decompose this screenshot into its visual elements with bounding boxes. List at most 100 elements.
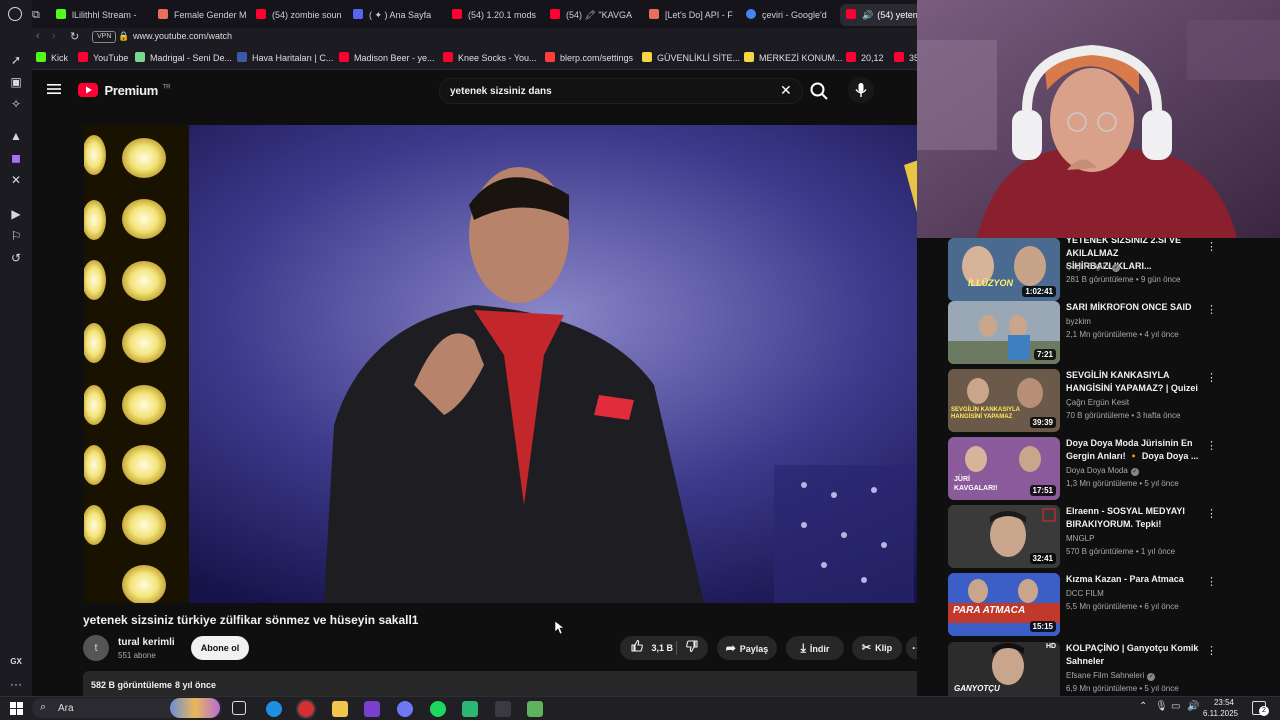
recommendation-channel[interactable]: Çağrı Ergün ✓	[1066, 262, 1121, 272]
microphone-tray-icon[interactable]: 🎙	[1155, 701, 1168, 712]
twitch-icon[interactable]: ◼	[8, 150, 24, 166]
tab-6[interactable]: [Let's Do] API - F	[649, 4, 735, 26]
recommendation-item[interactable]: 32:41 Elraenn - SOSYAL MEDYAYI BIRAKIYOR…	[948, 505, 1268, 569]
speaker-icon[interactable]: 🔊	[862, 10, 873, 20]
tray-chevron-icon[interactable]: ⌃	[1139, 701, 1147, 712]
app-icon[interactable]	[462, 701, 478, 717]
play-circle-icon[interactable]: ▶	[8, 206, 24, 222]
tab-2[interactable]: (54) zombie soun	[256, 4, 344, 26]
taskbar-search[interactable]: ⌕ Ara	[32, 698, 222, 718]
recommendation-channel[interactable]: MNGLP	[1066, 534, 1094, 543]
tab-5[interactable]: (54) 🖍 "KAVGA	[550, 4, 634, 26]
gx-corner-label[interactable]: GX	[8, 654, 24, 670]
description-box[interactable]: 582 B görüntüleme 8 yıl önce	[83, 671, 933, 696]
more-icon[interactable]: ···	[8, 676, 24, 692]
more-vertical-icon[interactable]: ⋮	[1206, 303, 1217, 317]
more-vertical-icon[interactable]: ⋮	[1206, 644, 1217, 658]
vpn-badge[interactable]: VPN	[92, 31, 117, 43]
more-vertical-icon[interactable]: ⋮	[1206, 240, 1217, 254]
discord-icon[interactable]	[397, 701, 413, 717]
bookmark-item[interactable]: blerp.com/settings	[545, 52, 633, 63]
app-icon[interactable]	[364, 701, 380, 717]
tab-overview-icon[interactable]: ⧉	[32, 4, 50, 26]
share-button[interactable]: ➦ Paylaş	[717, 636, 777, 660]
recommendation-title[interactable]: SARI MİKROFON ONCE SAID	[1066, 301, 1206, 314]
recommendation-channel[interactable]: byzkim	[1066, 317, 1091, 326]
recommendation-channel[interactable]: Çağrı Ergün Kesit	[1066, 398, 1129, 407]
tab-active[interactable]: 🔊 (54) yetene	[840, 4, 917, 26]
pin-icon[interactable]: ⚐	[8, 228, 24, 244]
satellite-icon[interactable]: ✧	[8, 96, 24, 112]
minecraft-icon[interactable]	[527, 701, 543, 717]
history-icon[interactable]: ↺	[8, 250, 24, 266]
recommendation-title[interactable]: Elraenn - SOSYAL MEDYAYI BIRAKIYORUM. Te…	[1066, 505, 1206, 531]
opera-gx-icon[interactable]	[298, 701, 314, 717]
recommendation-title[interactable]: Kızma Kazan - Para Atmaca	[1066, 573, 1206, 586]
clock-time[interactable]: 23:54	[1204, 698, 1234, 707]
back-icon[interactable]: ‹	[36, 30, 40, 42]
edge-icon[interactable]	[266, 701, 282, 717]
recommendation-title[interactable]: Doya Doya Moda Jürisinin En Gergin Anlar…	[1066, 437, 1206, 463]
bookmark-item[interactable]: Hava Haritaları | C...	[237, 52, 333, 63]
download-button[interactable]: ⤓ İndir	[786, 636, 844, 660]
recommendation-item[interactable]: JÜRİ KAVGALARI! 17:51 Doya Doya Moda Jür…	[948, 437, 1268, 501]
bookmark-item[interactable]: Kick	[36, 52, 68, 63]
bookmark-item[interactable]: GÜVENLİKLİ SİTE...	[642, 52, 740, 63]
bookmark-item[interactable]: 20,12	[846, 52, 884, 63]
tab-7[interactable]: çeviri - Google'd	[746, 4, 832, 26]
bookmark-item[interactable]: Madison Beer - ye...	[339, 52, 435, 63]
url-field[interactable]: www.youtube.com/watch	[133, 31, 232, 41]
recommendation-item[interactable]: İLLÜZYON 1:02:41 YETENEK SIZSINIZ 2.SI V…	[948, 238, 1268, 302]
bookmark-item[interactable]: 35	[894, 52, 919, 63]
bookmark-item[interactable]: MERKEZİ KONUM...	[744, 52, 843, 63]
youtube-logo[interactable]: Premium TR	[78, 82, 170, 100]
spotify-icon[interactable]	[430, 701, 446, 717]
video-player[interactable]	[84, 125, 933, 603]
more-vertical-icon[interactable]: ⋮	[1206, 439, 1217, 453]
forward-icon[interactable]: ›	[52, 30, 56, 42]
tab-4[interactable]: (54) 1.20.1 mods	[452, 4, 540, 26]
opera-gx-logo-icon[interactable]	[8, 7, 22, 21]
search-input[interactable]: yetenek sizsiniz dans	[450, 86, 552, 97]
file-explorer-icon[interactable]	[332, 701, 348, 717]
recommendation-channel[interactable]: Doya Doya Moda ✓	[1066, 466, 1139, 476]
tab-0[interactable]: lLilithhl Stream -	[56, 4, 152, 26]
recommendation-channel[interactable]: DCC FILM	[1066, 589, 1104, 598]
bookmark-item[interactable]: YouTube	[78, 52, 128, 63]
capcut-icon[interactable]	[495, 701, 511, 717]
more-vertical-icon[interactable]: ⋮	[1206, 507, 1217, 521]
bookmark-icon[interactable]: ▲	[8, 128, 24, 144]
recommendation-channel[interactable]: Efsane Film Sahneleri ✓	[1066, 671, 1156, 681]
menu-icon[interactable]	[46, 81, 62, 97]
dislike-button[interactable]	[685, 636, 699, 660]
task-view-icon[interactable]	[232, 701, 246, 715]
clip-button[interactable]: ✂ Klip	[852, 636, 902, 660]
windows-start-icon[interactable]	[10, 702, 23, 715]
bookmark-item[interactable]: Madrigal - Seni De...	[135, 52, 232, 63]
video-thumbnail[interactable]: HD GANYOTÇU	[948, 642, 1060, 696]
clear-search-icon[interactable]: ✕	[780, 82, 792, 99]
more-vertical-icon[interactable]: ⋮	[1206, 575, 1217, 589]
recommendation-item[interactable]: SEVGİLİN KANKASIYLA HANGİSİNİ YAPAMAZ 39…	[948, 369, 1268, 433]
video-thumbnail[interactable]: JÜRİ KAVGALARI! 17:51	[948, 437, 1060, 500]
video-thumbnail[interactable]: 7:21	[948, 301, 1060, 364]
video-thumbnail[interactable]: PARA ATMACA 15:15	[948, 573, 1060, 636]
video-thumbnail[interactable]: İLLÜZYON 1:02:41	[948, 238, 1060, 301]
more-vertical-icon[interactable]: ⋮	[1206, 371, 1217, 385]
reload-icon[interactable]: ↻	[70, 30, 79, 43]
video-thumbnail[interactable]: SEVGİLİN KANKASIYLA HANGİSİNİ YAPAMAZ 39…	[948, 369, 1060, 432]
recommendation-item[interactable]: HD GANYOTÇU KOLPAÇİNO | Ganyotçu Komik S…	[948, 642, 1268, 696]
search-button[interactable]	[807, 79, 831, 103]
recommendation-title[interactable]: SEVGİLİN KANKASIYLA HANGİSİNİ YAPAMAZ? |…	[1066, 369, 1206, 395]
x-twitter-icon[interactable]: ✕	[8, 172, 24, 188]
subscribe-button[interactable]: Abone ol	[191, 636, 249, 660]
recommendation-item[interactable]: PARA ATMACA 15:15 Kızma Kazan - Para Atm…	[948, 573, 1268, 637]
like-button[interactable]: 3,1 B	[630, 636, 673, 660]
clock-date[interactable]: 6.11.2025	[1196, 709, 1238, 718]
notifications-icon[interactable]: 2	[1252, 701, 1269, 716]
video-thumbnail[interactable]: 32:41	[948, 505, 1060, 568]
recommendation-title[interactable]: KOLPAÇİNO | Ganyotçu Komik Sahneler	[1066, 642, 1206, 668]
tab-1[interactable]: Female Gender M	[158, 4, 246, 26]
channel-name[interactable]: tural kerimli	[118, 637, 175, 648]
voice-search-button[interactable]	[848, 77, 874, 103]
